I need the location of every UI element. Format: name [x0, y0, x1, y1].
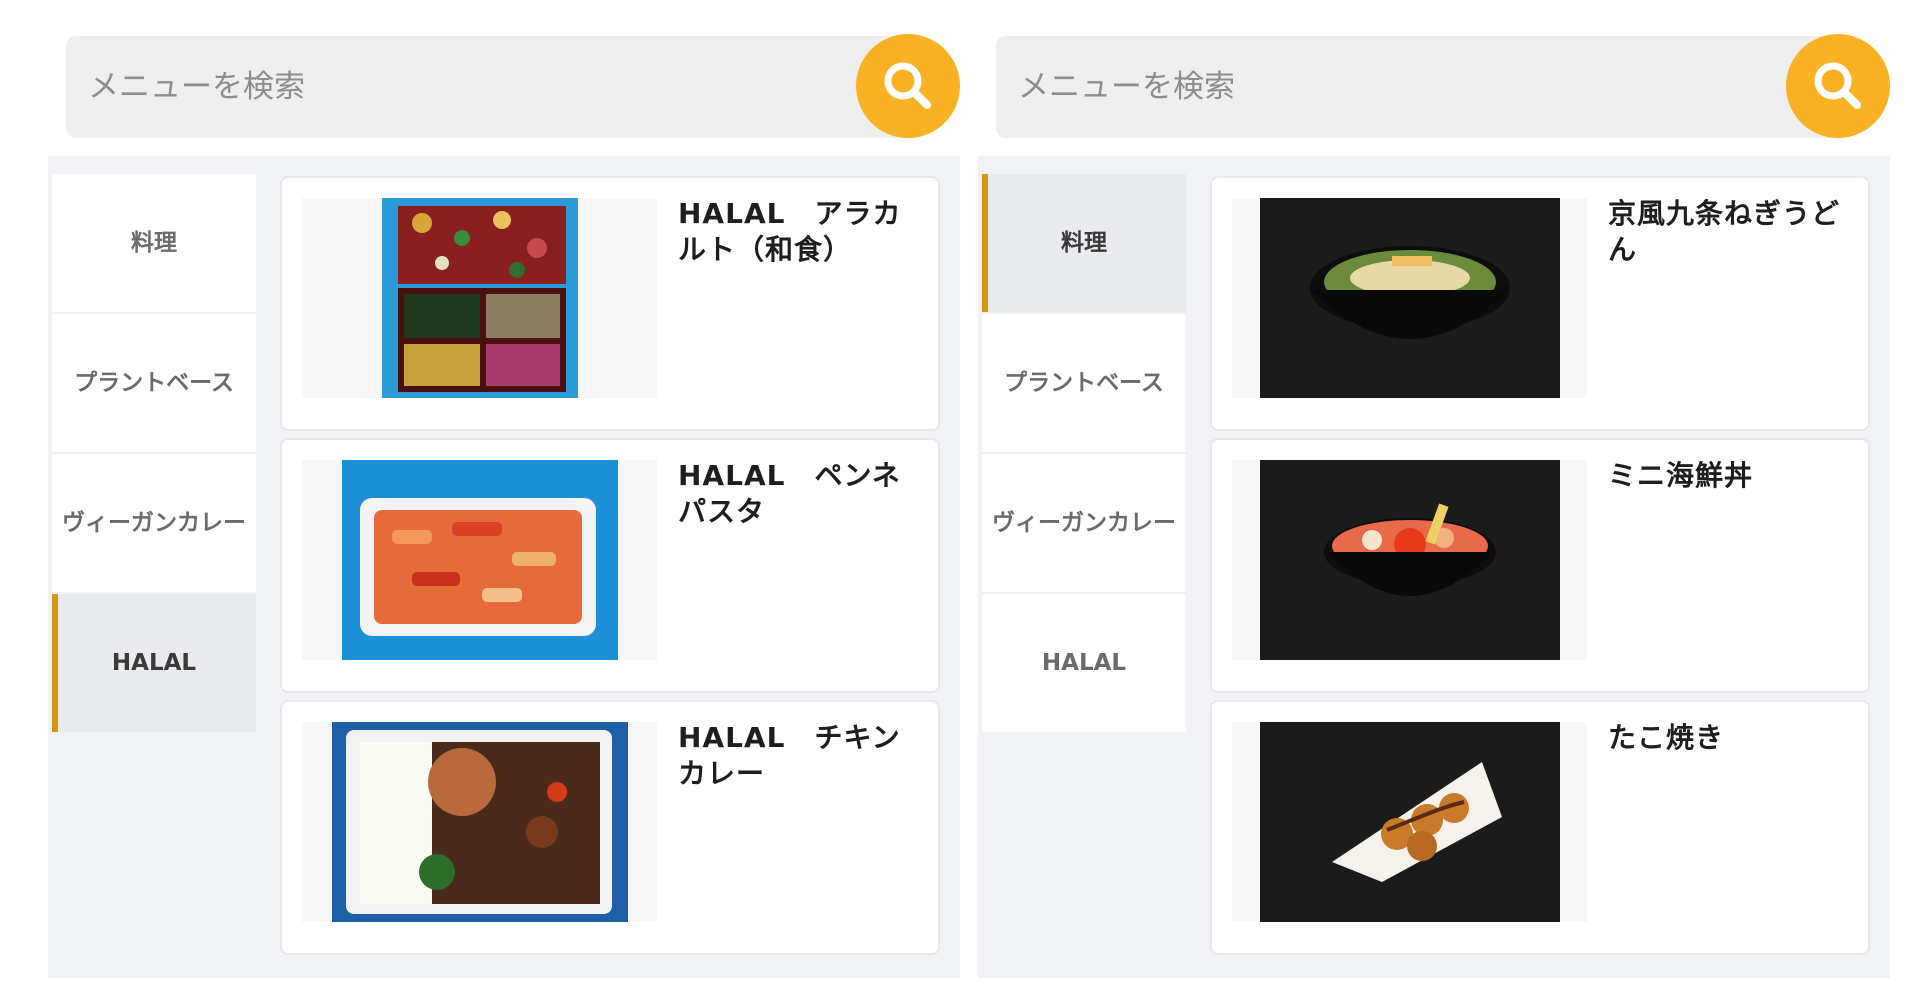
- search-bar: [996, 34, 1890, 138]
- search-area: [48, 0, 960, 156]
- menu-content: 料理 プラントベース ヴィーガンカレー HALAL: [48, 156, 960, 978]
- bento-box-image: [302, 198, 657, 398]
- menu-item-name: HALAL ペンネパスタ: [678, 459, 901, 528]
- category-sidebar: 料理 プラントベース ヴィーガンカレー HALAL: [982, 174, 1186, 734]
- menu-item-card[interactable]: 京風九条ねぎうどん: [1210, 176, 1870, 431]
- category-label: プラントベース: [74, 370, 234, 396]
- menu-item-name: ミニ海鮮丼: [1608, 459, 1754, 492]
- penne-pasta-image: [302, 460, 657, 660]
- category-label: プラントベース: [1004, 370, 1164, 396]
- category-label: HALAL: [111, 650, 197, 676]
- category-item-halal[interactable]: HALAL: [982, 594, 1186, 734]
- menu-item-card[interactable]: HALAL チキンカレー: [280, 700, 940, 955]
- category-item-vegan-curry[interactable]: ヴィーガンカレー: [982, 454, 1186, 594]
- menu-item-name: 京風九条ねぎうどん: [1608, 197, 1841, 266]
- search-button[interactable]: [856, 34, 960, 138]
- menu-item-card[interactable]: ミニ海鮮丼: [1210, 438, 1870, 693]
- menu-panel-ryori: 料理 プラントベース ヴィーガンカレー HALAL: [978, 0, 1890, 994]
- menu-content: 料理 プラントベース ヴィーガンカレー HALAL: [978, 156, 1890, 978]
- menu-item-list: HALAL アラカルト（和食） HALAL ペンネパスタ HALAL チキンカレ…: [280, 176, 940, 962]
- category-item-plant-based[interactable]: プラントベース: [982, 314, 1186, 454]
- search-button[interactable]: [1786, 34, 1890, 138]
- search-bar: [66, 34, 960, 138]
- search-input[interactable]: [996, 36, 1756, 138]
- menu-item-card[interactable]: HALAL アラカルト（和食）: [280, 176, 940, 431]
- category-item-vegan-curry[interactable]: ヴィーガンカレー: [52, 454, 256, 594]
- category-item-plant-based[interactable]: プラントベース: [52, 314, 256, 454]
- menu-item-name: HALAL アラカルト（和食）: [678, 197, 902, 266]
- udon-image: [1232, 198, 1587, 398]
- search-input[interactable]: [66, 36, 826, 138]
- search-icon: [1814, 62, 1861, 109]
- menu-item-card[interactable]: HALAL ペンネパスタ: [280, 438, 940, 693]
- category-label: ヴィーガンカレー: [992, 510, 1176, 536]
- menu-item-name: HALAL チキンカレー: [678, 721, 901, 790]
- takoyaki-image: [1232, 722, 1587, 922]
- category-label: ヴィーガンカレー: [62, 510, 246, 536]
- category-item-halal[interactable]: HALAL: [52, 594, 256, 734]
- category-item-ryori[interactable]: 料理: [52, 174, 256, 314]
- kaisendon-image: [1232, 460, 1587, 660]
- chicken-curry-image: [302, 722, 657, 922]
- category-label: HALAL: [1041, 650, 1127, 676]
- search-icon: [884, 62, 931, 109]
- menu-item-list: 京風九条ねぎうどん ミニ海鮮丼 たこ焼き: [1210, 176, 1870, 962]
- menu-item-name: たこ焼き: [1608, 721, 1725, 754]
- category-item-ryori[interactable]: 料理: [982, 174, 1186, 314]
- menu-panel-halal: 料理 プラントベース ヴィーガンカレー HALAL: [48, 0, 960, 994]
- search-area: [978, 0, 1890, 156]
- menu-item-card[interactable]: たこ焼き: [1210, 700, 1870, 955]
- category-label: 料理: [1061, 230, 1107, 256]
- category-sidebar: 料理 プラントベース ヴィーガンカレー HALAL: [52, 174, 256, 734]
- category-label: 料理: [131, 230, 177, 256]
